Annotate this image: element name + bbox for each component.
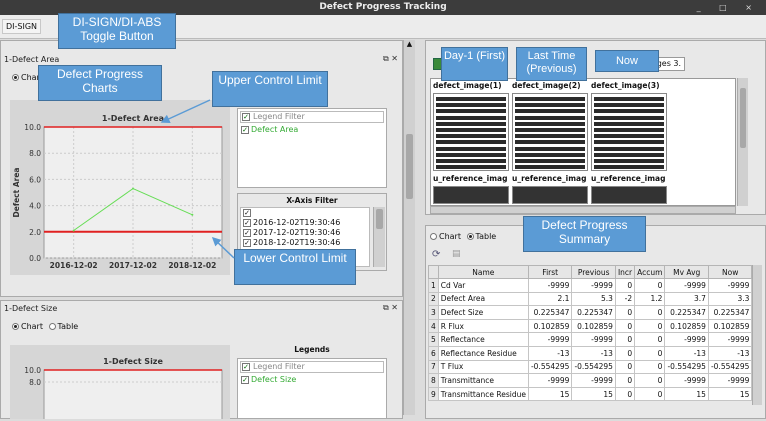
ucl-arrow bbox=[160, 99, 211, 123]
callout-arrows bbox=[160, 99, 235, 259]
lcl-arrow bbox=[211, 236, 235, 259]
